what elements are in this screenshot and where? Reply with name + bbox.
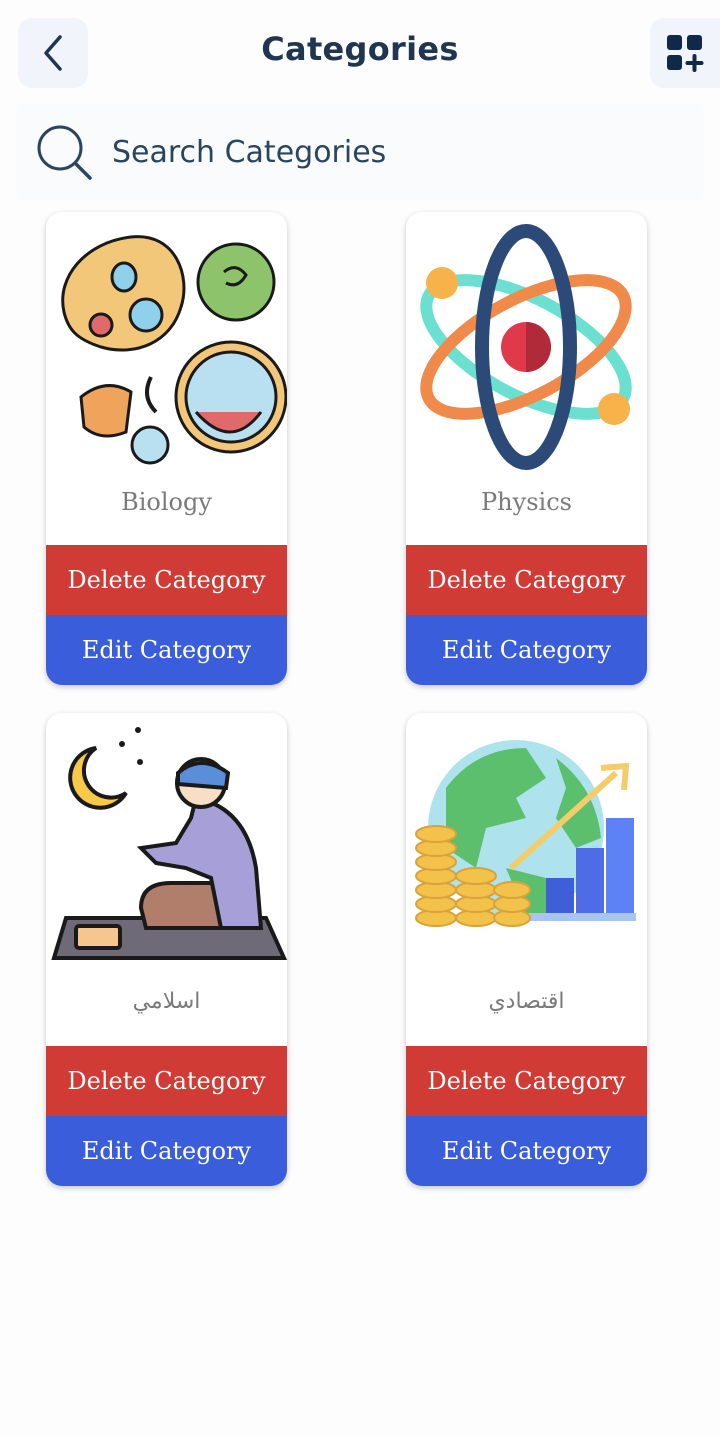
category-card-physics: Physics Delete Category Edit Category <box>406 212 647 685</box>
category-image <box>46 212 287 482</box>
search-icon[interactable] <box>34 122 94 182</box>
category-name: Physics <box>481 488 572 516</box>
praying-man-icon <box>51 727 287 960</box>
category-image <box>406 713 647 983</box>
add-category-button[interactable] <box>650 18 720 88</box>
delete-category-button[interactable]: Delete Category <box>46 545 287 615</box>
category-card-biology: Biology Delete Category Edit Category <box>46 212 287 685</box>
search-bar <box>16 104 704 200</box>
category-name: اقتصادي <box>488 989 565 1014</box>
category-name: اسلامي <box>132 989 201 1014</box>
grid-add-icon <box>667 35 704 72</box>
globe-coins-chart-icon <box>415 740 636 927</box>
edit-category-button[interactable]: Edit Category <box>406 1116 647 1186</box>
edit-category-button[interactable]: Edit Category <box>406 615 647 685</box>
delete-category-button[interactable]: Delete Category <box>46 1046 287 1116</box>
edit-category-button[interactable]: Edit Category <box>46 615 287 685</box>
atom-icon <box>420 224 632 470</box>
microorganisms-icon <box>61 235 287 465</box>
edit-category-button[interactable]: Edit Category <box>46 1116 287 1186</box>
category-card-economic: اقتصادي Delete Category Edit Category <box>406 713 647 1186</box>
category-image <box>406 212 647 482</box>
delete-category-button[interactable]: Delete Category <box>406 1046 647 1116</box>
delete-category-button[interactable]: Delete Category <box>406 545 647 615</box>
app-header: Categories <box>0 0 720 100</box>
category-image <box>46 713 287 983</box>
category-name: Biology <box>121 488 212 516</box>
page-title: Categories <box>261 30 459 68</box>
category-card-islamic: اسلامي Delete Category Edit Category <box>46 713 287 1186</box>
search-input[interactable] <box>112 130 672 174</box>
